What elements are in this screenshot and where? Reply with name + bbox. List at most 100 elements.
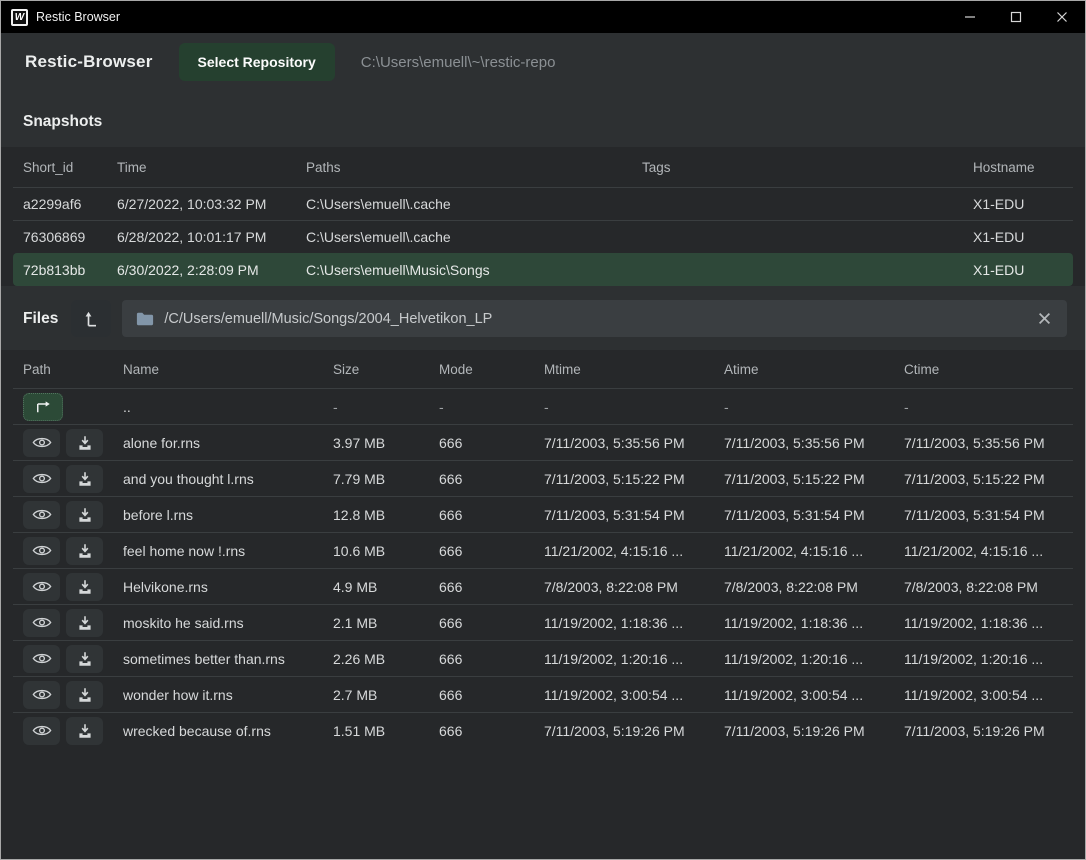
- preview-eye-icon: [32, 651, 52, 666]
- column-header-atime: Atime: [714, 362, 894, 377]
- snapshot-short-id: 76306869: [13, 229, 107, 245]
- snapshot-short-id: 72b813bb: [13, 262, 107, 278]
- file-row: wrecked because of.rns 1.51 MB 666 7/11/…: [13, 712, 1073, 748]
- file-name: moskito he said.rns: [113, 615, 323, 631]
- clear-path-button[interactable]: [1036, 310, 1053, 327]
- file-size: 1.51 MB: [323, 723, 429, 739]
- preview-file-button[interactable]: [23, 429, 60, 457]
- file-atime: -: [714, 399, 894, 415]
- file-row: alone for.rns 3.97 MB 666 7/11/2003, 5:3…: [13, 424, 1073, 460]
- preview-file-button[interactable]: [23, 537, 60, 565]
- file-row: wonder how it.rns 2.7 MB 666 11/19/2002,…: [13, 676, 1073, 712]
- file-mode: 666: [429, 723, 534, 739]
- file-atime: 11/21/2002, 4:15:16 ...: [714, 543, 894, 559]
- file-row: Helvikone.rns 4.9 MB 666 7/8/2003, 8:22:…: [13, 568, 1073, 604]
- download-icon: [77, 687, 93, 703]
- file-size: 2.1 MB: [323, 615, 429, 631]
- snapshot-hostname: X1-EDU: [963, 196, 1073, 212]
- file-size: 2.26 MB: [323, 651, 429, 667]
- file-mode: 666: [429, 543, 534, 559]
- download-icon: [77, 723, 93, 739]
- file-atime: 7/8/2003, 8:22:08 PM: [714, 579, 894, 595]
- column-header-size: Size: [323, 362, 429, 377]
- file-atime: 11/19/2002, 1:18:36 ...: [714, 615, 894, 631]
- snapshot-short-id: a2299af6: [13, 196, 107, 212]
- preview-file-button[interactable]: [23, 645, 60, 673]
- preview-eye-icon: [32, 579, 52, 594]
- file-size: 4.9 MB: [323, 579, 429, 595]
- column-header-hostname: Hostname: [963, 160, 1073, 175]
- preview-file-button[interactable]: [23, 501, 60, 529]
- clear-path-icon: [1038, 312, 1051, 325]
- close-button[interactable]: [1039, 1, 1085, 33]
- up-to-root-button[interactable]: [71, 300, 111, 337]
- file-ctime: 7/11/2003, 5:15:22 PM: [894, 471, 1073, 487]
- preview-eye-icon: [32, 615, 52, 630]
- download-file-button[interactable]: [66, 429, 103, 457]
- file-name: before l.rns: [113, 507, 323, 523]
- download-file-button[interactable]: [66, 645, 103, 673]
- file-mtime: 7/11/2003, 5:19:26 PM: [534, 723, 714, 739]
- go-parent-icon: [34, 400, 52, 414]
- file-mode: 666: [429, 615, 534, 631]
- preview-eye-icon: [32, 471, 52, 486]
- select-repository-button[interactable]: Select Repository: [179, 43, 335, 81]
- window-title: Restic Browser: [36, 10, 120, 24]
- files-toolbar: Files /C/Users/emuell/Music/Songs/2004_H…: [1, 286, 1085, 350]
- file-mode: 666: [429, 651, 534, 667]
- preview-file-button[interactable]: [23, 465, 60, 493]
- download-file-button[interactable]: [66, 465, 103, 493]
- preview-file-button[interactable]: [23, 573, 60, 601]
- download-file-button[interactable]: [66, 609, 103, 637]
- maximize-button[interactable]: [993, 1, 1039, 33]
- file-row: sometimes better than.rns 2.26 MB 666 11…: [13, 640, 1073, 676]
- parent-directory-row: .. - - - - -: [13, 388, 1073, 424]
- download-file-button[interactable]: [66, 717, 103, 745]
- preview-file-button[interactable]: [23, 609, 60, 637]
- snapshot-hostname: X1-EDU: [963, 229, 1073, 245]
- go-parent-button[interactable]: [23, 393, 63, 421]
- preview-eye-icon: [32, 435, 52, 450]
- file-atime: 11/19/2002, 3:00:54 ...: [714, 687, 894, 703]
- column-header-time: Time: [107, 160, 296, 175]
- download-file-button[interactable]: [66, 501, 103, 529]
- snapshot-row[interactable]: a2299af6 6/27/2022, 10:03:32 PM C:\Users…: [13, 187, 1073, 220]
- download-icon: [77, 579, 93, 595]
- file-name: wrecked because of.rns: [113, 723, 323, 739]
- file-atime: 7/11/2003, 5:19:26 PM: [714, 723, 894, 739]
- snapshot-hostname: X1-EDU: [963, 262, 1073, 278]
- snapshot-time: 6/27/2022, 10:03:32 PM: [107, 196, 296, 212]
- file-name: and you thought l.rns: [113, 471, 323, 487]
- file-mtime: 7/11/2003, 5:31:54 PM: [534, 507, 714, 523]
- download-file-button[interactable]: [66, 537, 103, 565]
- wails-logo-icon: W: [11, 9, 28, 26]
- folder-icon: [136, 311, 154, 327]
- file-atime: 7/11/2003, 5:15:22 PM: [714, 471, 894, 487]
- column-header-tags: Tags: [632, 160, 963, 175]
- app-window: W Restic Browser Restic-Browser Select R…: [0, 0, 1086, 860]
- files-rows: alone for.rns 3.97 MB 666 7/11/2003, 5:3…: [1, 424, 1085, 748]
- snapshot-row[interactable]: 76306869 6/28/2022, 10:01:17 PM C:\Users…: [13, 220, 1073, 253]
- file-name: alone for.rns: [113, 435, 323, 451]
- file-ctime: 11/19/2002, 1:20:16 ...: [894, 651, 1073, 667]
- file-row: moskito he said.rns 2.1 MB 666 11/19/200…: [13, 604, 1073, 640]
- file-mode: -: [429, 399, 534, 415]
- minimize-button[interactable]: [947, 1, 993, 33]
- download-file-button[interactable]: [66, 681, 103, 709]
- file-ctime: 11/19/2002, 3:00:54 ...: [894, 687, 1073, 703]
- preview-file-button[interactable]: [23, 717, 60, 745]
- download-file-button[interactable]: [66, 573, 103, 601]
- titlebar: W Restic Browser: [1, 1, 1085, 33]
- path-breadcrumb[interactable]: /C/Users/emuell/Music/Songs/2004_Helveti…: [122, 300, 1067, 337]
- snapshots-table-header: Short_id Time Paths Tags Hostname: [13, 147, 1073, 187]
- file-ctime: 11/19/2002, 1:18:36 ...: [894, 615, 1073, 631]
- up-to-root-icon: [81, 309, 101, 329]
- file-name: Helvikone.rns: [113, 579, 323, 595]
- snapshot-paths: C:\Users\emuell\.cache: [296, 229, 632, 245]
- snapshot-row[interactable]: 72b813bb 6/30/2022, 2:28:09 PM C:\Users\…: [13, 253, 1073, 286]
- download-icon: [77, 471, 93, 487]
- preview-file-button[interactable]: [23, 681, 60, 709]
- file-size: 2.7 MB: [323, 687, 429, 703]
- column-header-path: Path: [13, 362, 113, 377]
- file-name[interactable]: ..: [113, 399, 323, 415]
